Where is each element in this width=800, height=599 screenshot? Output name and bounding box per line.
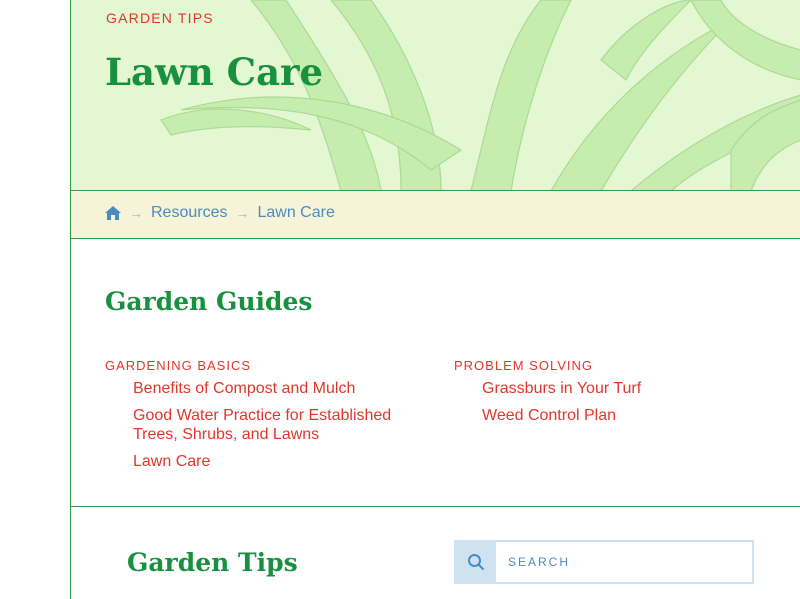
page-container: GARDEN TIPS Lawn Care → Resources → Lawn… bbox=[70, 0, 800, 599]
breadcrumb-separator: → bbox=[235, 205, 250, 221]
breadcrumb: → Resources → Lawn Care bbox=[71, 192, 800, 239]
guide-link[interactable]: Good Water Practice for Established Tree… bbox=[133, 407, 391, 443]
breadcrumb-separator: → bbox=[129, 205, 143, 221]
breadcrumb-lawn-care[interactable]: Lawn Care bbox=[257, 204, 334, 222]
hero-eyebrow: GARDEN TIPS bbox=[106, 10, 214, 26]
garden-guides-title: Garden Guides bbox=[105, 287, 313, 316]
list-item: Benefits of Compost and Mulch bbox=[133, 379, 403, 398]
problem-solving-column: PROBLEM SOLVING Grassburs in Your Turf W… bbox=[454, 358, 754, 433]
guide-link[interactable]: Lawn Care bbox=[133, 453, 210, 470]
hero-banner: GARDEN TIPS Lawn Care bbox=[71, 0, 800, 191]
column-heading: GARDENING BASICS bbox=[105, 358, 252, 373]
guide-link[interactable]: Grassburs in Your Turf bbox=[482, 380, 641, 397]
gardening-basics-column: GARDENING BASICS Benefits of Compost and… bbox=[105, 358, 405, 479]
list-item: Lawn Care bbox=[133, 452, 403, 471]
list-item: Grassburs in Your Turf bbox=[482, 379, 752, 398]
leaf-illustration bbox=[160, 0, 800, 190]
search-box bbox=[454, 540, 754, 584]
guide-link[interactable]: Weed Control Plan bbox=[482, 407, 616, 424]
column-heading: PROBLEM SOLVING bbox=[454, 358, 594, 373]
section-divider bbox=[71, 506, 800, 507]
search-icon[interactable] bbox=[456, 542, 496, 582]
page-title: Lawn Care bbox=[105, 50, 324, 94]
guide-link[interactable]: Benefits of Compost and Mulch bbox=[133, 380, 355, 397]
breadcrumb-resources[interactable]: Resources bbox=[151, 204, 227, 222]
search-input[interactable] bbox=[496, 542, 752, 582]
home-icon[interactable] bbox=[105, 206, 121, 220]
list-item: Weed Control Plan bbox=[482, 406, 752, 425]
garden-tips-title: Garden Tips bbox=[127, 548, 298, 577]
list-item: Good Water Practice for Established Tree… bbox=[133, 406, 403, 444]
